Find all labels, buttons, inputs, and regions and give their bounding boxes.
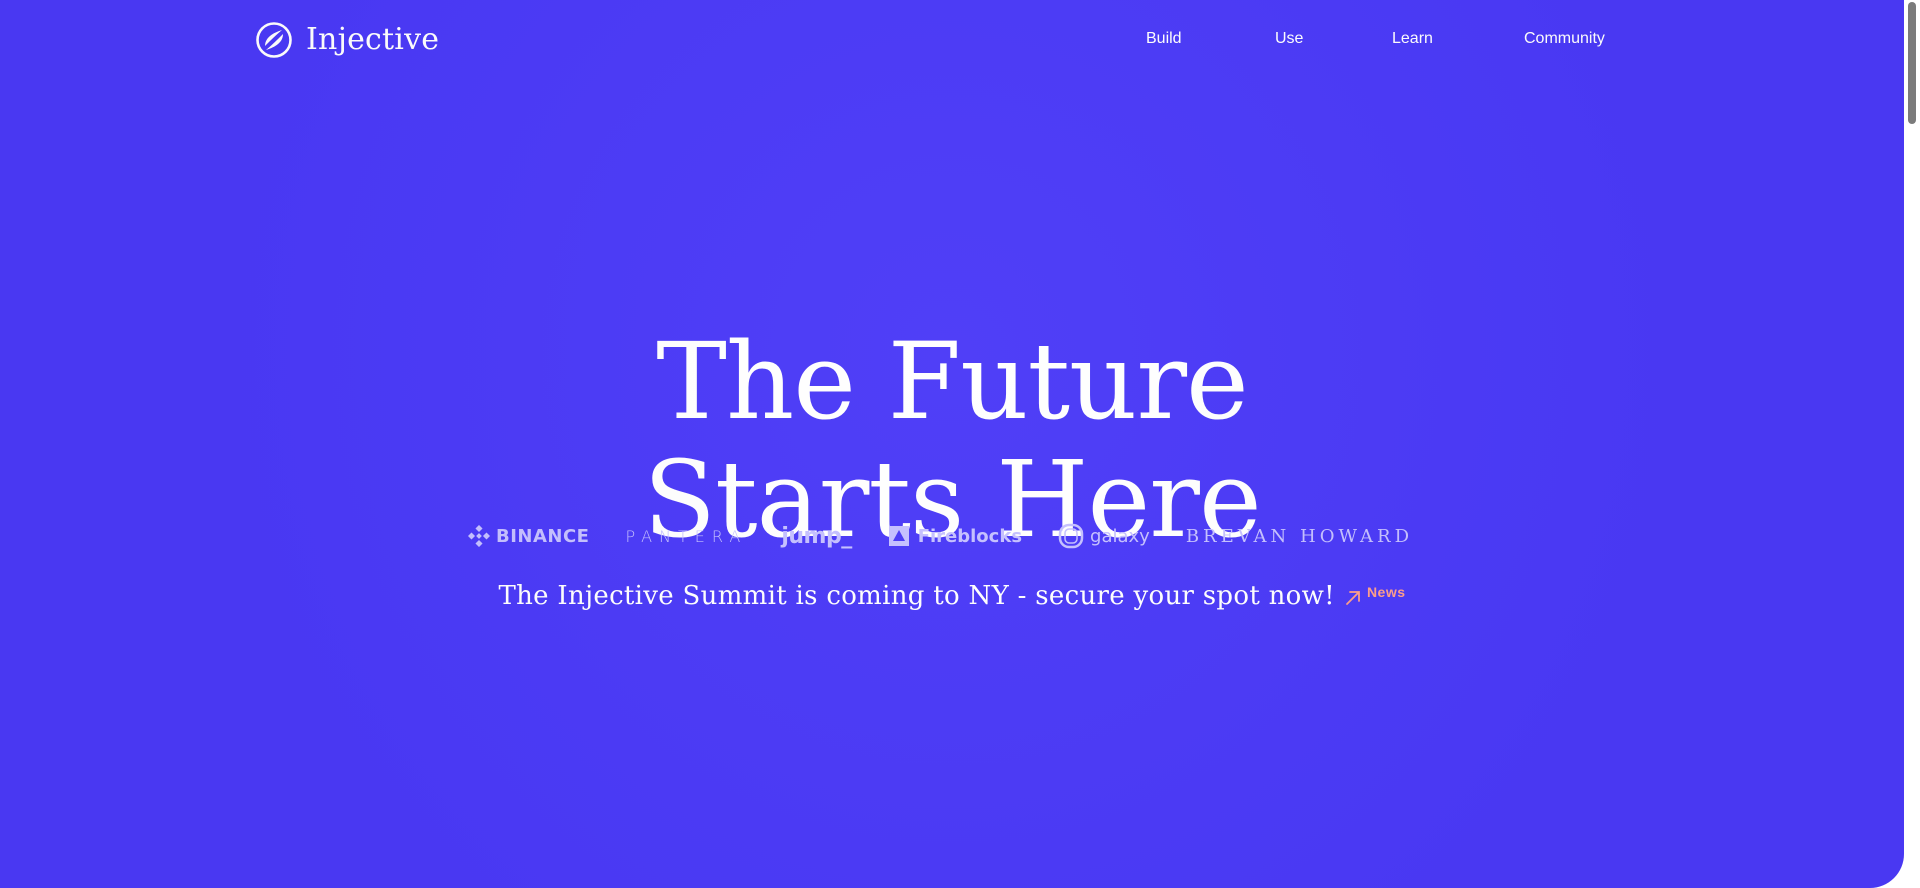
partner-binance: BINANCE (468, 525, 589, 547)
nav-item-build[interactable]: Build (1146, 30, 1182, 48)
partner-logos: BINANCE PANTERA jump_ Fireblocks galaxy … (468, 520, 1413, 552)
page-scrollbar[interactable] (1904, 0, 1920, 888)
partner-jump: jump_ (781, 523, 852, 549)
announcement-banner: The Injective Summit is coming to NY - s… (0, 578, 1904, 614)
nav-item-community[interactable]: Community (1524, 30, 1605, 48)
partner-pantera-label: PANTERA (625, 526, 748, 546)
partner-fireblocks: Fireblocks (888, 525, 1022, 547)
arrow-up-right-icon (1346, 591, 1360, 605)
galaxy-ring-icon (1058, 523, 1084, 549)
partner-fireblocks-label: Fireblocks (917, 525, 1023, 547)
nav-item-learn[interactable]: Learn (1392, 30, 1433, 48)
scrollbar-thumb[interactable] (1908, 2, 1916, 124)
headline-line-1: The Future (656, 320, 1248, 444)
partner-pantera: PANTERA (625, 527, 747, 546)
partner-binance-label: BINANCE (496, 525, 590, 547)
nav-item-use[interactable]: Use (1275, 30, 1303, 48)
partner-galaxy-label: galaxy (1090, 525, 1150, 547)
fireblocks-triangle-icon (888, 526, 909, 546)
partner-brevan-howard-label: BREVAN HOWARD (1185, 525, 1414, 547)
partner-galaxy: galaxy (1058, 523, 1150, 549)
main-nav: Build Use Learn Community (0, 30, 1904, 50)
site-header: Injective Build Use Learn Community (0, 0, 1904, 80)
partner-jump-label: jump_ (781, 523, 852, 549)
page: Injective Build Use Learn Community The … (0, 0, 1920, 888)
hero-section: Injective Build Use Learn Community The … (0, 0, 1904, 888)
partner-brevan-howard: BREVAN HOWARD (1186, 526, 1413, 547)
binance-diamond-icon (468, 525, 490, 547)
announcement-text[interactable]: The Injective Summit is coming to NY - s… (498, 578, 1334, 614)
news-tag-link[interactable]: News (1343, 584, 1406, 608)
news-tag-label: News (1366, 584, 1406, 600)
